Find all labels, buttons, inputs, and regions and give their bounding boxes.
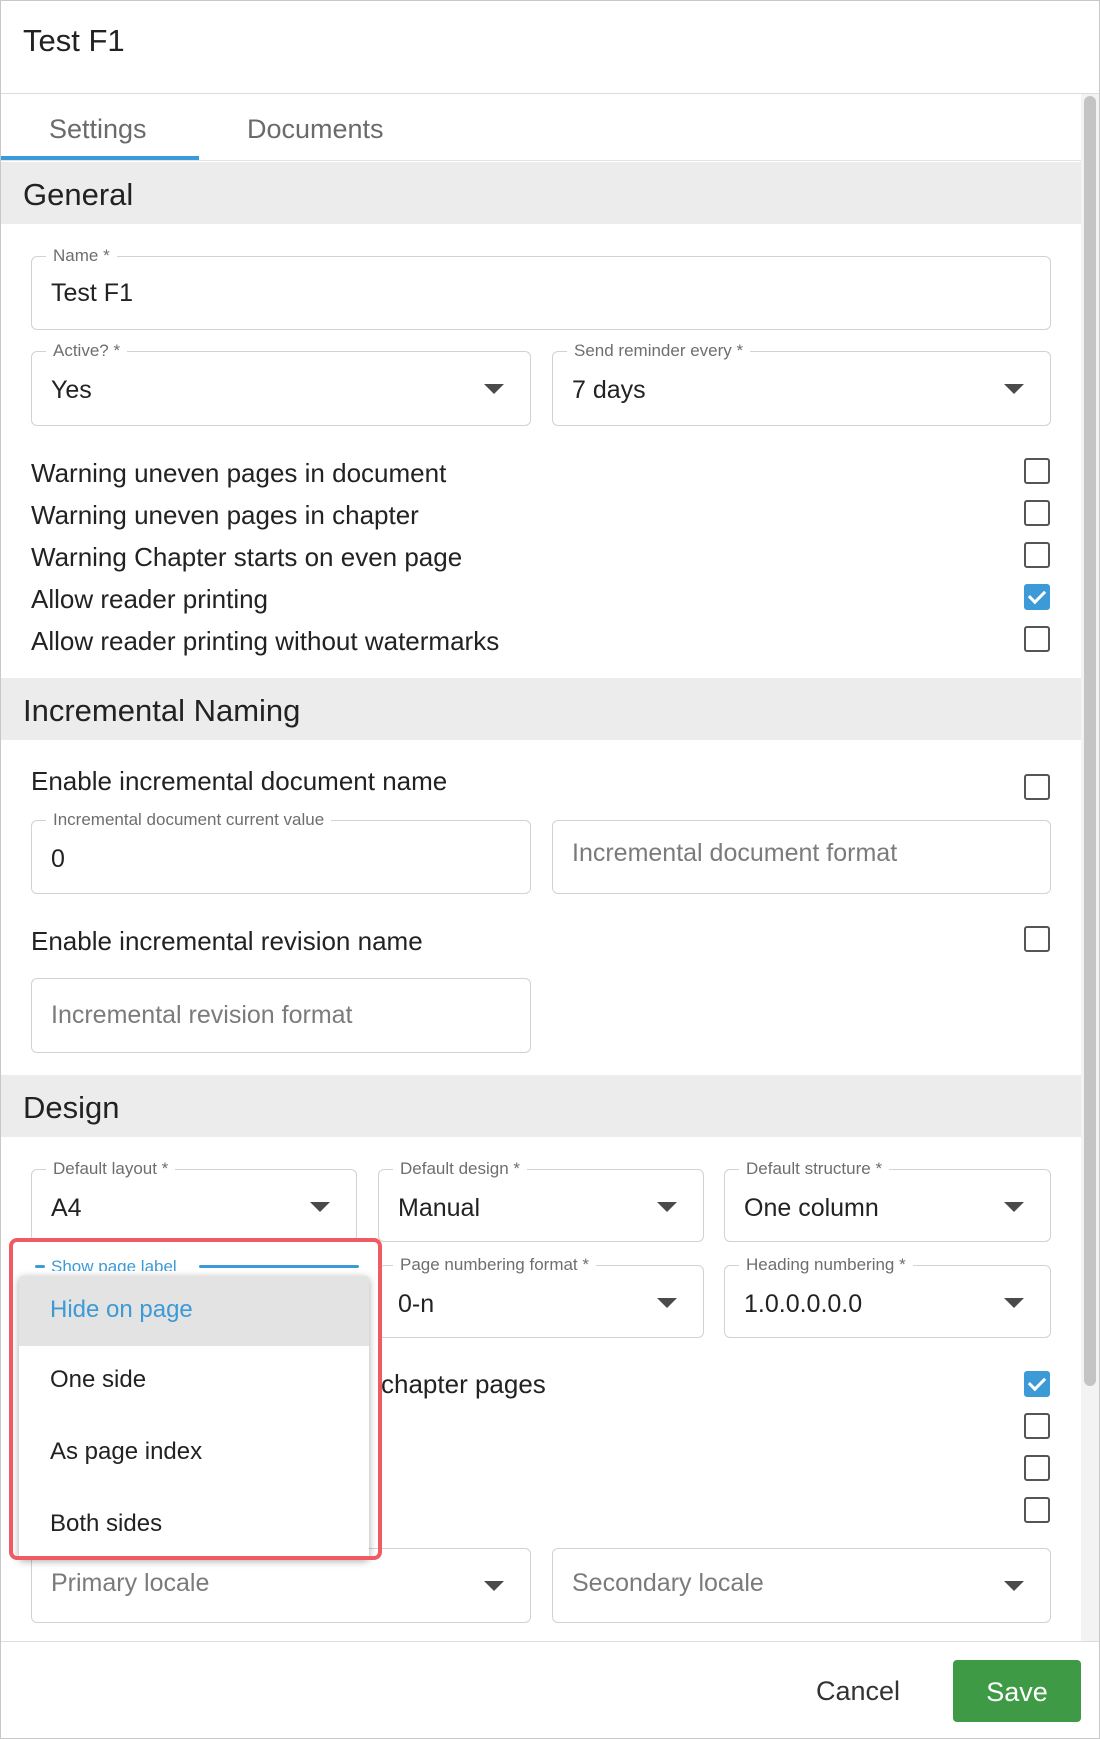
active-select[interactable]: Active? * Yes [31,341,531,426]
cancel-button[interactable]: Cancel [816,1676,900,1707]
checkbox-design-4[interactable] [1024,1497,1050,1523]
tab-bar: Settings Documents [1,94,1081,161]
section-incremental-title: Incremental Naming [23,693,301,728]
dialog-title: Test F1 [23,23,125,58]
checkbox-design-3[interactable] [1024,1455,1050,1481]
structure-select-label: Default structure * [739,1159,890,1179]
layout-select-label: Default layout * [46,1159,176,1179]
heading-numbering-value: 1.0.0.0.0.0 [744,1290,863,1318]
check-label: Warning uneven pages in document [31,458,447,488]
page-numbering-value: 0-n [398,1290,435,1318]
design-select[interactable]: Default design * Manual [378,1159,704,1242]
design-select-value: Manual [398,1194,480,1222]
rev-format-field[interactable]: Incremental revision format [31,978,531,1053]
chevron-down-icon [1004,1202,1024,1212]
checkbox-design-1[interactable] [1024,1371,1050,1397]
checkbox-uneven-document[interactable] [1024,458,1050,484]
section-incremental-header: Incremental Naming [1,678,1081,740]
chevron-down-icon [1004,1581,1024,1591]
checkbox-uneven-chapter[interactable] [1024,500,1050,526]
check-row-uneven-document: Warning uneven pages in document [31,454,1051,492]
save-button[interactable]: Save [953,1660,1081,1722]
check-label: Allow reader printing [31,584,269,614]
dialog-title-bar: Test F1 [1,1,1099,94]
structure-select-value: One column [744,1194,879,1222]
name-field-value: Test F1 [51,279,133,307]
check-row-uneven-chapter: Warning uneven pages in chapter [31,496,1051,534]
dialog: Test F1 Settings Documents General Name … [0,0,1100,1739]
checkbox-chapter-even[interactable] [1024,542,1050,568]
section-design-title: Design [23,1090,120,1125]
check-label: Warning uneven pages in chapter [31,500,419,530]
check-row-incremental-rev: Enable incremental revision name [31,922,1051,960]
checkbox-incremental-rev[interactable] [1024,926,1050,952]
secondary-locale-select[interactable]: Secondary locale [552,1548,1051,1623]
active-select-value: Yes [51,376,92,404]
name-field[interactable]: Name * Test F1 [31,246,1051,330]
checkbox-reader-printing[interactable] [1024,584,1050,610]
tab-settings[interactable]: Settings [49,114,147,145]
doc-format-field[interactable]: Incremental document format [552,820,1051,894]
doc-format-placeholder: Incremental document format [572,839,898,867]
highlight-annotation-box [9,1238,382,1560]
checkbox-design-2[interactable] [1024,1413,1050,1439]
chevron-down-icon [484,1581,504,1591]
reminder-select[interactable]: Send reminder every * 7 days [552,341,1051,426]
rev-format-placeholder: Incremental revision format [51,1001,353,1029]
page-numbering-label: Page numbering format * [393,1255,596,1275]
check-label: Allow reader printing without watermarks [31,626,500,656]
dialog-footer: Cancel Save [1,1641,1099,1738]
chevron-down-icon [657,1202,677,1212]
active-tab-indicator [1,156,199,160]
check-row-chapter-even: Warning Chapter starts on even page [31,538,1051,576]
page-numbering-select[interactable]: Page numbering format * 0-n [378,1255,704,1338]
name-field-label: Name * [46,246,117,266]
section-general-header: General [1,162,1081,224]
section-design-header: Design [1,1075,1081,1137]
layout-select-value: A4 [51,1194,82,1222]
active-select-label: Active? * [46,341,128,361]
chevron-down-icon [310,1202,330,1212]
design-select-label: Default design * [393,1159,528,1179]
layout-select[interactable]: Default layout * A4 [31,1159,357,1242]
doc-current-value-label: Incremental document current value [46,810,332,830]
heading-numbering-label: Heading numbering * [739,1255,913,1275]
chevron-down-icon [484,384,504,394]
check-label: Warning Chapter starts on even page [31,542,463,572]
reminder-select-label: Send reminder every * [567,341,751,361]
reminder-select-value: 7 days [572,376,646,404]
check-row-incremental-doc: Enable incremental document name [31,762,1051,800]
secondary-locale-placeholder: Secondary locale [572,1569,764,1597]
check-label-chapter-pages: chapter pages [381,1369,546,1399]
check-label: Enable incremental revision name [31,926,423,956]
checkbox-incremental-doc[interactable] [1024,774,1050,800]
section-general-title: General [23,177,134,212]
doc-current-value-field[interactable]: Incremental document current value 0 [31,810,531,894]
scrollbar-thumb[interactable] [1084,96,1096,1386]
doc-current-value: 0 [51,845,65,873]
chevron-down-icon [657,1298,677,1308]
chevron-down-icon [1004,384,1024,394]
tab-documents[interactable]: Documents [247,114,384,145]
structure-select[interactable]: Default structure * One column [724,1159,1051,1242]
check-label: Enable incremental document name [31,766,448,796]
checkbox-printing-no-watermarks[interactable] [1024,626,1050,652]
primary-locale-placeholder: Primary locale [51,1569,210,1597]
heading-numbering-select[interactable]: Heading numbering * 1.0.0.0.0.0 [724,1255,1051,1338]
check-row-reader-printing: Allow reader printing [31,580,1051,618]
check-row-printing-no-watermarks: Allow reader printing without watermarks [31,622,1051,660]
chevron-down-icon [1004,1298,1024,1308]
